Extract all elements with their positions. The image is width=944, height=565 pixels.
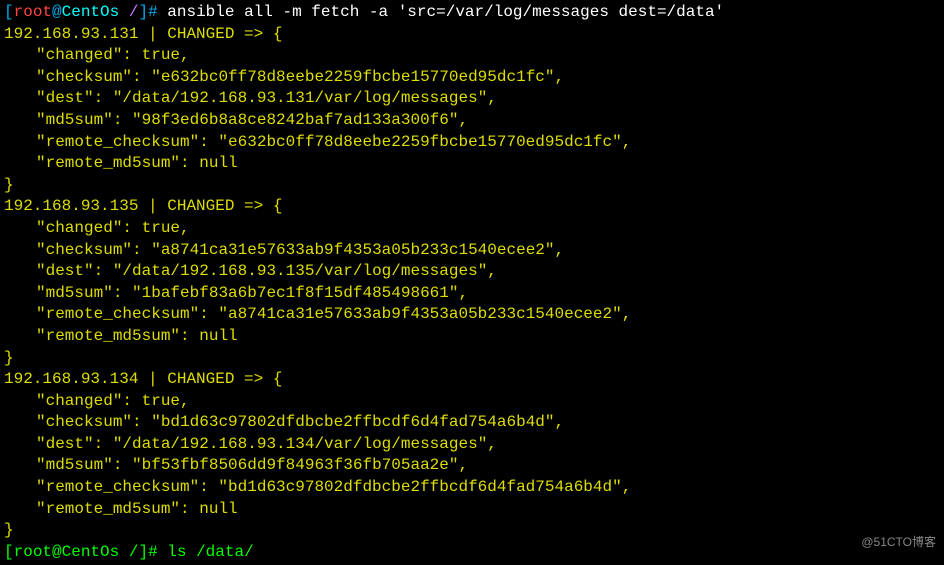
terminal-output: [root@CentOs /]# ansible all -m fetch -a… (4, 2, 940, 563)
watermark: @51CTO博客 (861, 534, 936, 550)
command-text-2: ls /data/ (167, 543, 253, 561)
result-block-2: 192.168.93.134 | CHANGED => { "changed":… (4, 369, 940, 542)
command-text: ansible all -m fetch -a 'src=/var/log/me… (167, 3, 724, 21)
result-block-1: 192.168.93.135 | CHANGED => { "changed":… (4, 196, 940, 369)
result-block-0: 192.168.93.131 | CHANGED => { "changed":… (4, 24, 940, 197)
prompt-line-2[interactable]: [root@CentOs /]# ls /data/ (4, 542, 940, 564)
prompt-line-1[interactable]: [root@CentOs /]# ansible all -m fetch -a… (4, 2, 940, 24)
